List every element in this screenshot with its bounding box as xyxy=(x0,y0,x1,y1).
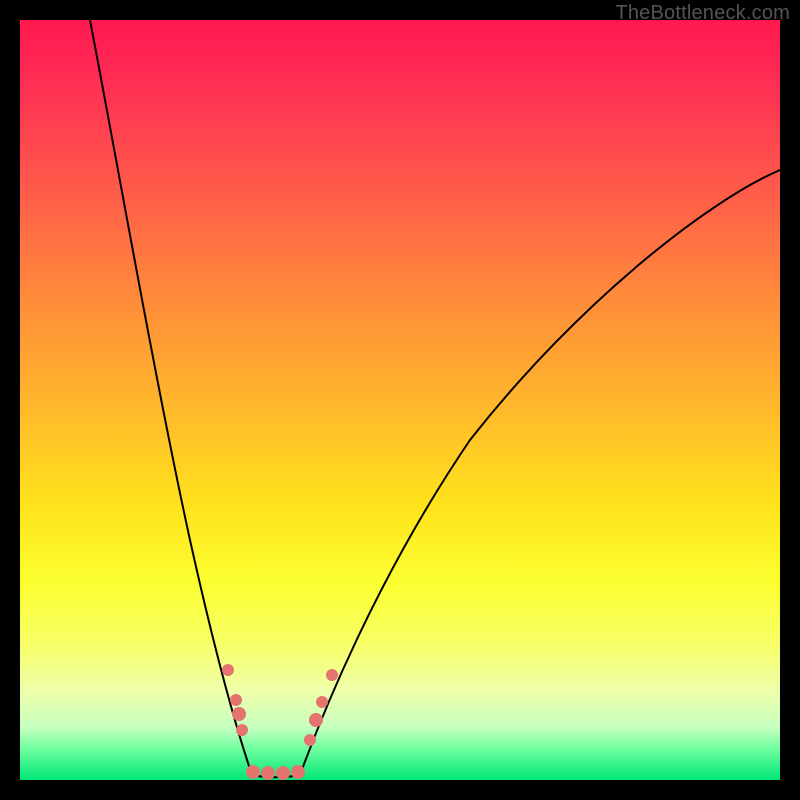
marker-dot xyxy=(261,766,275,780)
marker-dot xyxy=(230,694,242,706)
bottleneck-chart xyxy=(20,20,780,780)
marker-dot xyxy=(291,765,305,779)
right-curve xyxy=(300,170,780,775)
curve-markers xyxy=(222,664,338,780)
marker-dot xyxy=(222,664,234,676)
marker-dot xyxy=(232,707,246,721)
marker-dot xyxy=(309,713,323,727)
left-curve xyxy=(90,20,252,775)
marker-dot xyxy=(246,765,260,779)
marker-dot xyxy=(236,724,248,736)
marker-dot xyxy=(316,696,328,708)
marker-dot xyxy=(276,766,290,780)
marker-dot xyxy=(304,734,316,746)
marker-dot xyxy=(326,669,338,681)
chart-frame xyxy=(20,20,780,780)
